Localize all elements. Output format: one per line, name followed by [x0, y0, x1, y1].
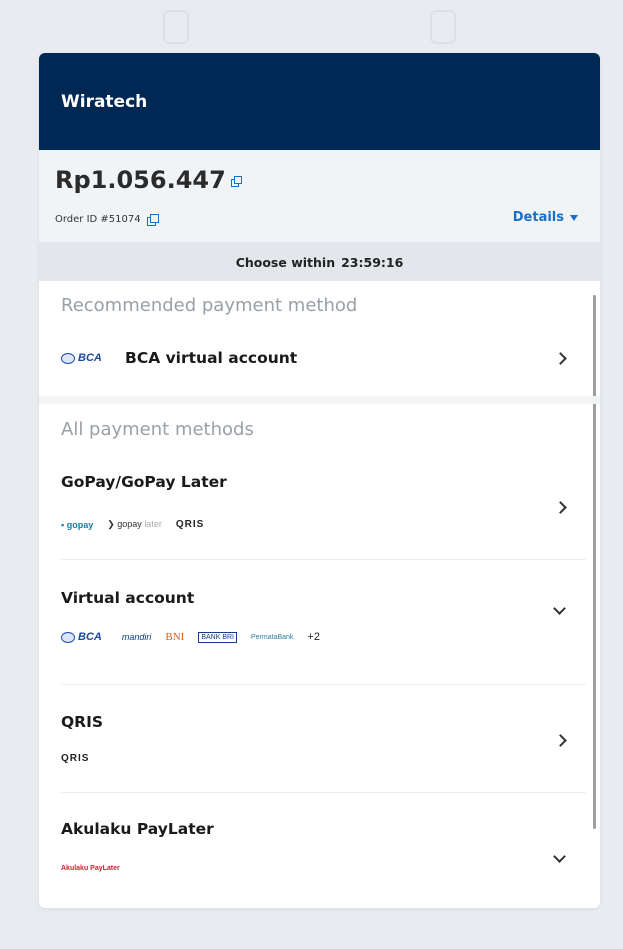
- amount: Rp1.056.447: [55, 166, 242, 194]
- background-decoration: [163, 10, 189, 44]
- details-label: Details: [512, 210, 564, 225]
- akulaku-logo: Akulaku PayLater: [61, 865, 120, 872]
- countdown-time: 23:59:16: [341, 254, 404, 270]
- method-gopay[interactable]: GoPay/GoPay Later ▪ gopay ❯ gopay later …: [39, 461, 586, 551]
- permata-logo: PermataBank: [251, 633, 294, 641]
- bca-badge-icon: [61, 631, 75, 643]
- divider: [61, 684, 586, 685]
- chevron-right-icon: [554, 501, 567, 514]
- chevron-right-icon: [554, 352, 567, 365]
- method-title: GoPay/GoPay Later: [61, 473, 227, 491]
- more-banks-count: +2: [307, 631, 320, 643]
- method-qris[interactable]: QRIS QRIS: [39, 701, 586, 789]
- background-decoration: [430, 10, 456, 44]
- countdown-label: Choose within: [235, 254, 336, 270]
- merchant-header: Wiratech: [39, 53, 600, 150]
- divider: [61, 792, 586, 793]
- merchant-name: Wiratech: [61, 91, 148, 112]
- bca-logo: BCA: [61, 352, 102, 364]
- copy-icon[interactable]: [230, 175, 242, 187]
- qris-logo: QRIS: [175, 519, 205, 530]
- recommended-item-label: BCA virtual account: [125, 349, 298, 367]
- method-title: Akulaku PayLater: [61, 820, 214, 838]
- order-id: Order ID #51074: [55, 214, 159, 226]
- method-title: QRIS: [61, 713, 104, 731]
- method-virtual-account[interactable]: Virtual account BCA mandiri BNI BANK BRI…: [39, 577, 586, 677]
- qris-logo: QRIS: [61, 753, 90, 764]
- copy-icon[interactable]: [146, 214, 159, 226]
- divider: [61, 559, 586, 560]
- bca-badge-icon: [61, 352, 75, 364]
- recommended-bca-va[interactable]: BCA BCA virtual account: [39, 339, 586, 379]
- amount-value: Rp1.056.447: [55, 166, 226, 194]
- bca-logo: BCA: [61, 631, 102, 643]
- details-button[interactable]: Details: [513, 210, 578, 225]
- recommended-section-title: Recommended payment method: [61, 295, 358, 316]
- payment-card: Wiratech Rp1.056.447 Order ID #51074 Det…: [39, 53, 600, 908]
- chevron-down-icon: [553, 850, 566, 863]
- method-title: Virtual account: [61, 589, 195, 607]
- countdown-banner: Choose within 23:59:16: [39, 243, 600, 281]
- gopay-logo: ▪ gopay: [61, 519, 94, 530]
- section-divider: [39, 396, 600, 404]
- mandiri-logo: mandiri: [121, 632, 152, 642]
- bni-logo: BNI: [165, 631, 185, 643]
- bri-logo: BANK BRI: [198, 631, 237, 643]
- chevron-right-icon: [554, 734, 567, 747]
- method-akulaku-paylater[interactable]: Akulaku PayLater Akulaku PayLater: [39, 808, 586, 898]
- caret-down-icon: [570, 214, 578, 221]
- all-methods-section-title: All payment methods: [61, 419, 254, 440]
- gopay-later-logo: ❯ gopay later: [107, 519, 162, 529]
- scrollbar[interactable]: [593, 295, 596, 829]
- chevron-down-icon: [553, 602, 566, 615]
- payment-method-list[interactable]: Recommended payment method BCA BCA virtu…: [39, 281, 600, 908]
- order-summary: Rp1.056.447 Order ID #51074 Details: [39, 150, 600, 243]
- order-id-text: Order ID #51074: [55, 214, 141, 225]
